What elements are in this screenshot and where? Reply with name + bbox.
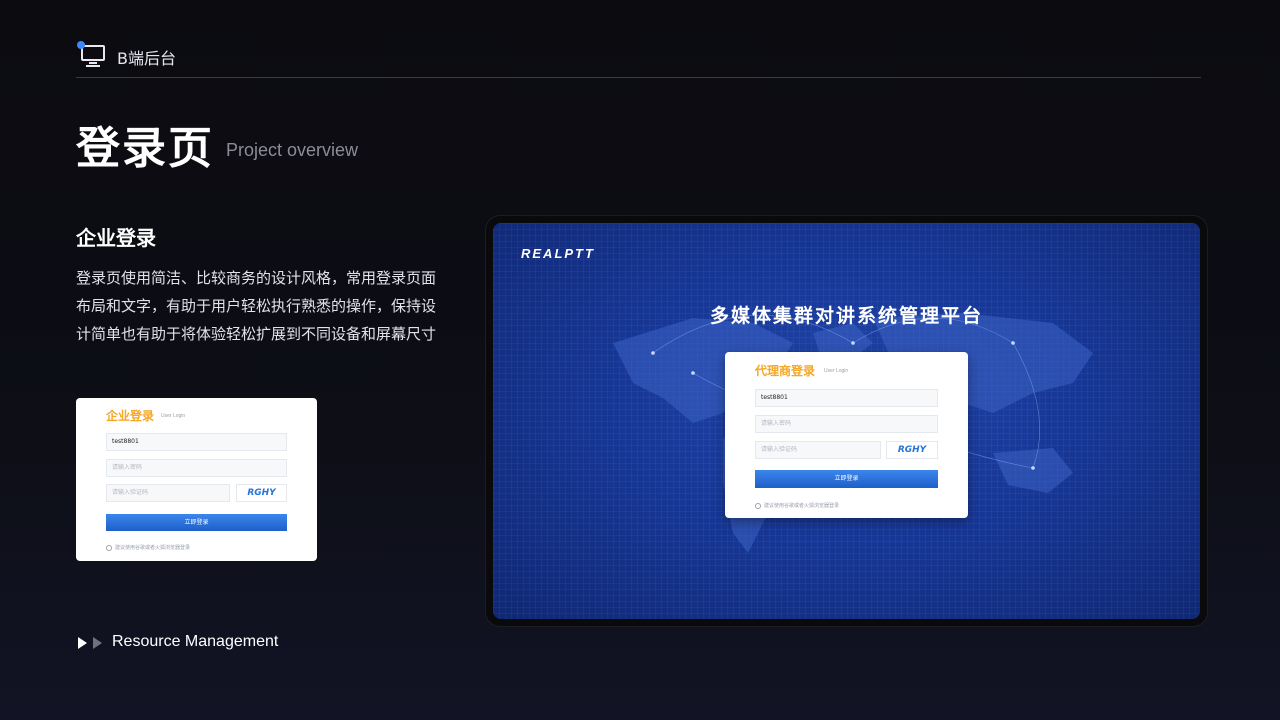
brand-label: B端后台 — [117, 49, 176, 68]
login-card-title: 企业登录 — [106, 409, 155, 423]
captcha-field[interactable]: 请输入验证码 — [106, 484, 230, 502]
enterprise-login-card: 企业登录 User Login test8801 请输入密码 请输入验证码 RG… — [76, 398, 317, 561]
login-card-subtitle: User Login — [161, 413, 186, 419]
login-button[interactable]: 立即登录 — [755, 470, 938, 488]
system-title: 多媒体集群对讲系统管理平台 — [709, 305, 983, 327]
section-title: 企业登录 — [76, 226, 156, 250]
browser-tip: 建议使用谷歌或者火狐浏览器登录 — [106, 544, 190, 551]
browser-tip: 建议使用谷歌或者火狐浏览器登录 — [755, 502, 839, 509]
username-field[interactable]: test8801 — [106, 433, 287, 451]
browser-tip-text: 建议使用谷歌或者火狐浏览器登录 — [115, 545, 191, 551]
captcha-field[interactable]: 请输入验证码 — [755, 441, 881, 459]
username-field[interactable]: test8801 — [755, 389, 938, 407]
info-icon — [755, 502, 761, 509]
page-title: 登录页 — [76, 123, 214, 174]
realptt-logo: REALPTT — [521, 246, 595, 261]
password-field[interactable]: 请输入密码 — [755, 415, 938, 433]
login-card-subtitle: User Login — [824, 368, 849, 374]
monitor-icon — [77, 41, 106, 68]
top-bar: B端后台 — [76, 40, 1201, 78]
footer-nav-label: Resource Management — [112, 633, 279, 650]
tablet-mockup: REALPTT 多媒体集群对讲系统管理平台 代理商登录 User Login t… — [486, 216, 1207, 626]
page-subtitle: Project overview — [226, 140, 359, 160]
info-icon — [106, 544, 112, 551]
agent-login-card: 代理商登录 User Login test8801 请输入密码 请输入验证码 R… — [725, 352, 968, 518]
section-description: 登录页使用简洁、比较商务的设计风格，常用登录页面布局和文字，有助于用户轻松执行熟… — [76, 269, 437, 343]
password-field[interactable]: 请输入密码 — [106, 459, 287, 477]
play-arrow-icon — [78, 637, 87, 649]
play-arrow-icon — [93, 637, 102, 649]
login-button[interactable]: 立即登录 — [106, 514, 287, 531]
login-screen: REALPTT 多媒体集群对讲系统管理平台 代理商登录 User Login t… — [493, 223, 1200, 619]
login-card-title: 代理商登录 — [755, 364, 816, 378]
captcha-image[interactable]: RGHY — [886, 441, 938, 459]
browser-tip-text: 建议使用谷歌或者火狐浏览器登录 — [764, 503, 840, 509]
captcha-image[interactable]: RGHY — [236, 484, 287, 502]
